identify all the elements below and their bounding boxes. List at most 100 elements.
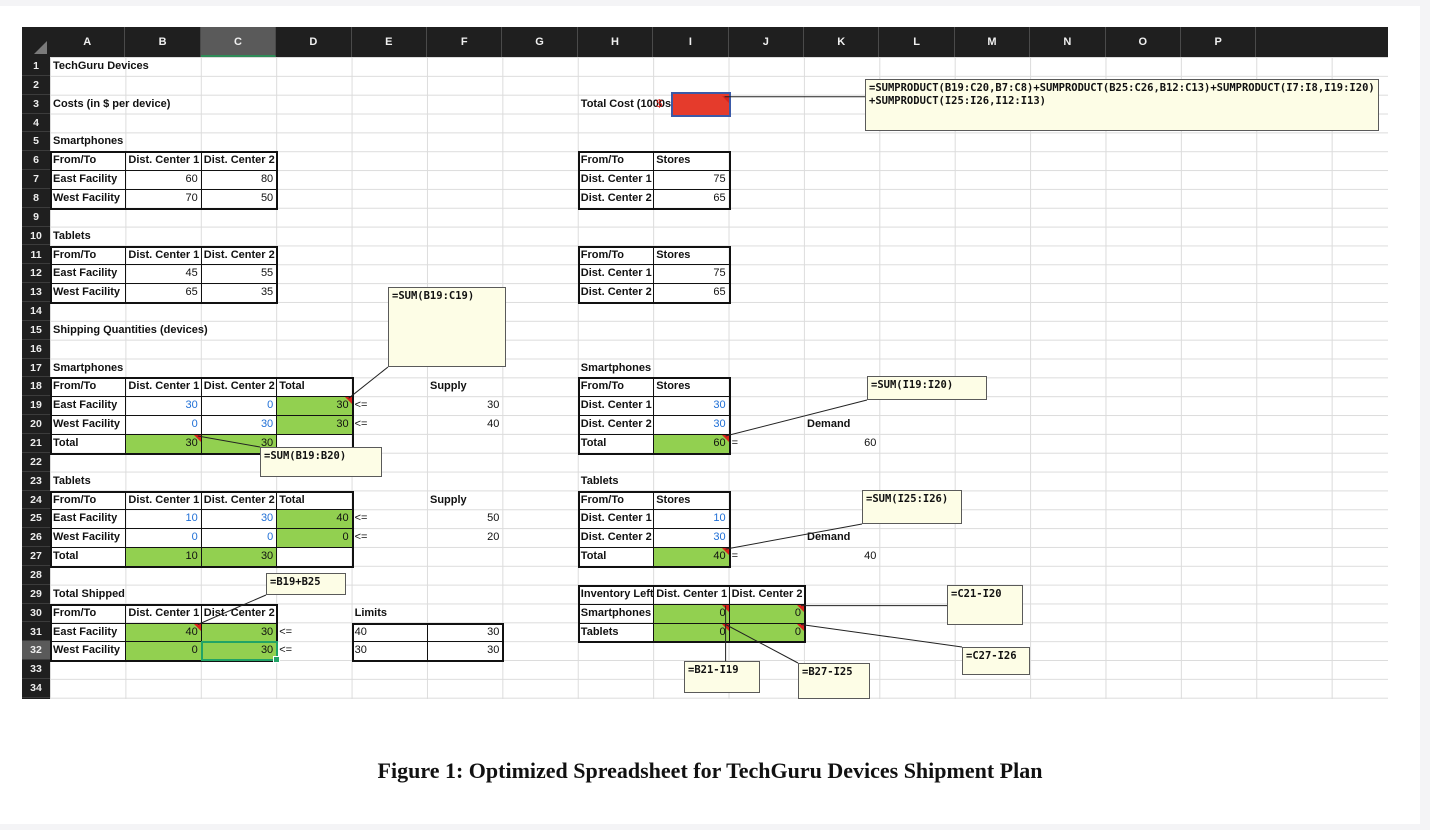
comment-indicator[interactable] bbox=[344, 397, 352, 405]
cell-b31[interactable]: 40 bbox=[125, 623, 200, 642]
comment-indicator[interactable] bbox=[193, 623, 201, 631]
cell-a8[interactable]: West Facility bbox=[50, 189, 123, 208]
row-header-34[interactable]: 34 bbox=[22, 679, 50, 698]
comment-indicator[interactable] bbox=[193, 435, 201, 442]
column-header-b[interactable]: B bbox=[125, 27, 201, 57]
cell-a7[interactable]: East Facility bbox=[50, 170, 120, 189]
row-header-30[interactable]: 30 bbox=[22, 604, 50, 623]
row-header-22[interactable]: 22 bbox=[22, 453, 50, 472]
comment-indicator[interactable] bbox=[797, 623, 804, 631]
cell-h13[interactable]: Dist. Center 2 bbox=[578, 283, 655, 302]
row-header-1[interactable]: 1 bbox=[22, 57, 50, 76]
cell-c24[interactable]: Dist. Center 2 bbox=[201, 491, 278, 510]
cell-a1[interactable]: TechGuru Devices bbox=[50, 57, 152, 76]
cell-b32[interactable]: 0 bbox=[125, 641, 200, 660]
cell-a10[interactable]: Tablets bbox=[50, 227, 94, 246]
row-header-29[interactable]: 29 bbox=[22, 585, 50, 604]
cell-a20[interactable]: West Facility bbox=[50, 415, 123, 434]
cell-d26[interactable]: 0 bbox=[276, 528, 351, 547]
cell-a5[interactable]: Smartphones bbox=[50, 132, 126, 151]
cell-b13[interactable]: 65 bbox=[125, 283, 200, 302]
cell-b26[interactable]: 0 bbox=[125, 528, 200, 547]
cell-c26[interactable]: 0 bbox=[201, 528, 276, 547]
note-sum-i25-i26[interactable]: =SUM(I25:I26) bbox=[862, 490, 962, 524]
cell-h20[interactable]: Dist. Center 2 bbox=[578, 415, 655, 434]
cell-a30[interactable]: From/To bbox=[50, 604, 99, 623]
cell-i24[interactable]: Stores bbox=[653, 491, 693, 510]
comment-indicator[interactable] bbox=[721, 435, 729, 442]
cell-a24[interactable]: From/To bbox=[50, 491, 99, 510]
cell-f20[interactable]: 40 bbox=[427, 415, 502, 434]
row-header-6[interactable]: 6 bbox=[22, 151, 50, 171]
row-header-8[interactable]: 8 bbox=[22, 189, 50, 208]
cell-a18[interactable]: From/To bbox=[50, 377, 99, 396]
cell-a13[interactable]: West Facility bbox=[50, 283, 123, 302]
cell-c31[interactable]: 30 bbox=[201, 623, 276, 642]
row-header-7[interactable]: 7 bbox=[22, 170, 50, 189]
column-header-m[interactable]: M bbox=[955, 27, 1031, 57]
row-header-4[interactable]: 4 bbox=[22, 114, 50, 133]
row-header-17[interactable]: 17 bbox=[22, 359, 50, 378]
column-header-e[interactable]: E bbox=[352, 27, 427, 57]
cell-h25[interactable]: Dist. Center 1 bbox=[578, 509, 655, 528]
cell-c20[interactable]: 30 bbox=[201, 415, 276, 434]
column-header-f[interactable]: F bbox=[427, 27, 503, 57]
cell-b19[interactable]: 30 bbox=[125, 396, 200, 415]
cell-b20[interactable]: 0 bbox=[125, 415, 200, 434]
cell-b24[interactable]: Dist. Center 1 bbox=[125, 491, 202, 510]
cell-e25[interactable]: <= bbox=[352, 509, 371, 528]
row-header-26[interactable]: 26 bbox=[22, 528, 50, 548]
comment-indicator[interactable] bbox=[721, 95, 729, 103]
cell-c12[interactable]: 55 bbox=[201, 264, 276, 283]
cell-k21[interactable]: 60 bbox=[804, 434, 879, 453]
cell-b21[interactable]: 30 bbox=[125, 434, 200, 453]
cell-b18[interactable]: Dist. Center 1 bbox=[125, 377, 202, 396]
cell-i26[interactable]: 30 bbox=[653, 528, 728, 547]
cell-f31[interactable]: 30 bbox=[427, 623, 502, 642]
row-header-15[interactable]: 15 bbox=[22, 321, 50, 340]
note-b19-b25[interactable]: =B19+B25 bbox=[266, 573, 346, 595]
cell-f19[interactable]: 30 bbox=[427, 396, 502, 415]
cell-i30[interactable]: 0 bbox=[653, 604, 728, 623]
note-sum-b19-b20[interactable]: =SUM(B19:B20) bbox=[260, 447, 382, 477]
cell-h29[interactable]: Inventory Left bbox=[578, 585, 657, 604]
cell-i8[interactable]: 65 bbox=[653, 189, 728, 208]
column-header-p[interactable]: P bbox=[1181, 27, 1257, 57]
cell-a6[interactable]: From/To bbox=[50, 151, 99, 170]
cell-e20[interactable]: <= bbox=[352, 415, 371, 434]
cell-c27[interactable]: 30 bbox=[201, 547, 276, 566]
row-header-24[interactable]: 24 bbox=[22, 491, 50, 510]
note-b27-i25[interactable]: =B27-I25 bbox=[798, 663, 870, 699]
select-all-corner[interactable] bbox=[22, 27, 50, 57]
cell-d25[interactable]: 40 bbox=[276, 509, 351, 528]
cell-a3[interactable]: Costs (in $ per device) bbox=[50, 95, 173, 114]
row-header-31[interactable]: 31 bbox=[22, 623, 50, 642]
comment-indicator[interactable] bbox=[797, 604, 804, 612]
cell-h12[interactable]: Dist. Center 1 bbox=[578, 264, 655, 283]
cell-h23[interactable]: Tablets bbox=[578, 472, 622, 491]
row-header-10[interactable]: 10 bbox=[22, 227, 50, 246]
row-header-27[interactable]: 27 bbox=[22, 547, 50, 566]
cell-d19[interactable]: 30 bbox=[276, 396, 351, 415]
column-header-h[interactable]: H bbox=[578, 27, 654, 57]
column-header-l[interactable]: L bbox=[879, 27, 955, 57]
cell-h17[interactable]: Smartphones bbox=[578, 359, 654, 378]
cell-i29[interactable]: Dist. Center 1 bbox=[653, 585, 730, 604]
cell-d24[interactable]: Total bbox=[276, 491, 307, 510]
cell-f18[interactable]: Supply bbox=[427, 377, 470, 396]
cell-d31[interactable]: <= bbox=[276, 623, 295, 642]
note-c21-i20[interactable]: =C21-I20 bbox=[947, 585, 1023, 625]
cell-h24[interactable]: From/To bbox=[578, 491, 627, 510]
cell-i21[interactable]: 60 bbox=[653, 434, 728, 453]
cell-a29[interactable]: Total Shipped bbox=[50, 585, 128, 604]
cell-k26[interactable]: Demand bbox=[804, 528, 853, 547]
row-header-19[interactable]: 19 bbox=[22, 396, 50, 416]
column-header-j[interactable]: J bbox=[729, 27, 804, 57]
cell-i13[interactable]: 65 bbox=[653, 283, 728, 302]
row-header-33[interactable]: 33 bbox=[22, 660, 50, 680]
cell-h27[interactable]: Total bbox=[578, 547, 609, 566]
cell-e30[interactable]: Limits bbox=[352, 604, 390, 623]
cell-j27[interactable]: = bbox=[729, 547, 741, 566]
column-header-o[interactable]: O bbox=[1106, 27, 1181, 57]
column-header-k[interactable]: K bbox=[804, 27, 880, 57]
